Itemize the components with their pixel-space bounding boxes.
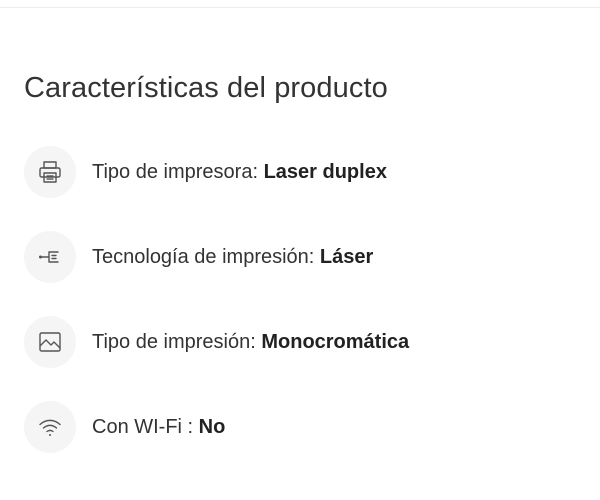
feature-printer-type: Tipo de impresora: Laser duplex (92, 161, 387, 184)
feature-list: Tipo de impresora: Laser duplex Tecnolog… (24, 144, 584, 484)
usb-connector-icon (24, 231, 76, 283)
image-icon (24, 316, 76, 368)
feature-item-print-technology: Tecnología de impresión: Láser (24, 229, 584, 285)
feature-label: Tipo de impresora: (92, 160, 264, 183)
feature-value: No (198, 415, 226, 438)
feature-item-wifi: Con WI-Fi : No (24, 399, 584, 455)
feature-print-type: Tipo de impresión: Monocromática (92, 331, 409, 354)
printer-icon (24, 146, 76, 198)
feature-label: Tipo de impresión: (92, 330, 262, 353)
feature-label: Tecnología de impresión: (92, 245, 320, 268)
feature-value: Monocromática (261, 330, 410, 353)
wifi-icon (24, 401, 76, 453)
top-divider (0, 7, 600, 8)
section-title: Características del producto (24, 72, 388, 104)
feature-item-printer-type: Tipo de impresora: Laser duplex (24, 144, 584, 200)
feature-value: Laser duplex (263, 160, 387, 183)
feature-print-technology: Tecnología de impresión: Láser (92, 246, 373, 269)
feature-value: Láser (319, 245, 374, 268)
feature-label: Con WI-Fi : (92, 415, 199, 438)
feature-item-print-type: Tipo de impresión: Monocromática (24, 314, 584, 370)
feature-wifi: Con WI-Fi : No (92, 416, 225, 439)
